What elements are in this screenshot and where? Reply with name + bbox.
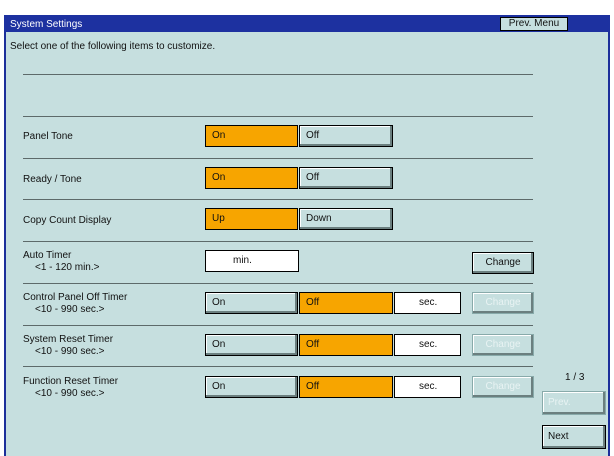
control-panel-off-timer-label: Control Panel Off Timer <10 - 990 sec.> [23, 292, 127, 316]
auto-timer-field[interactable]: min. [205, 250, 299, 272]
system-reset-timer-range: <10 - 990 sec.> [35, 346, 105, 357]
divider [23, 366, 533, 367]
divider [23, 74, 533, 75]
system-reset-timer-title: System Reset Timer [23, 334, 114, 345]
auto-timer-title: Auto Timer [23, 250, 72, 261]
function-reset-timer-title: Function Reset Timer [23, 376, 119, 387]
ready-tone-label: Ready / Tone [23, 174, 82, 185]
divider [23, 325, 533, 326]
copy-count-down-button[interactable]: Down [299, 208, 393, 230]
function-reset-timer-field[interactable]: sec. [394, 376, 461, 398]
divider [23, 283, 533, 284]
ready-tone-off-button[interactable]: Off [299, 167, 393, 189]
system-reset-timer-off-button[interactable]: Off [299, 334, 393, 356]
panel-tone-off-button[interactable]: Off [299, 125, 393, 147]
auto-timer-label: Auto Timer <1 - 120 min.> [23, 250, 99, 274]
divider [23, 241, 533, 242]
prev-page-button[interactable]: Prev. [542, 391, 606, 415]
control-panel-off-timer-off-button[interactable]: Off [299, 292, 393, 314]
window-title: System Settings [10, 19, 83, 30]
next-page-button[interactable]: Next [542, 425, 606, 449]
prev-menu-button[interactable]: Prev. Menu [500, 17, 568, 31]
copy-count-up-button[interactable]: Up [205, 208, 298, 230]
control-panel-off-timer-field[interactable]: sec. [394, 292, 461, 314]
divider [23, 158, 533, 159]
divider [23, 199, 533, 200]
function-reset-timer-on-button[interactable]: On [205, 376, 298, 398]
instruction-text: Select one of the following items to cus… [10, 41, 216, 52]
system-reset-timer-on-button[interactable]: On [205, 334, 298, 356]
ready-tone-on-button[interactable]: On [205, 167, 298, 189]
function-reset-timer-label: Function Reset Timer <10 - 990 sec.> [23, 376, 118, 400]
control-panel-off-timer-title: Control Panel Off Timer [23, 292, 128, 303]
system-reset-timer-label: System Reset Timer <10 - 990 sec.> [23, 334, 113, 358]
panel-tone-label: Panel Tone [23, 131, 73, 142]
page-indicator: 1 / 3 [565, 372, 585, 383]
function-reset-timer-range: <10 - 990 sec.> [35, 388, 105, 399]
copy-count-display-label: Copy Count Display [23, 215, 112, 226]
function-reset-timer-off-button[interactable]: Off [299, 376, 393, 398]
panel-tone-on-button[interactable]: On [205, 125, 298, 147]
system-reset-timer-field[interactable]: sec. [394, 334, 461, 356]
control-panel-off-timer-range: <10 - 990 sec.> [35, 304, 105, 315]
system-reset-timer-change-button[interactable]: Change [472, 334, 534, 356]
control-panel-off-timer-change-button[interactable]: Change [472, 292, 534, 314]
auto-timer-range: <1 - 120 min.> [35, 262, 100, 273]
control-panel-off-timer-on-button[interactable]: On [205, 292, 298, 314]
auto-timer-change-button[interactable]: Change [472, 252, 534, 274]
function-reset-timer-change-button[interactable]: Change [472, 376, 534, 398]
divider [23, 116, 533, 117]
